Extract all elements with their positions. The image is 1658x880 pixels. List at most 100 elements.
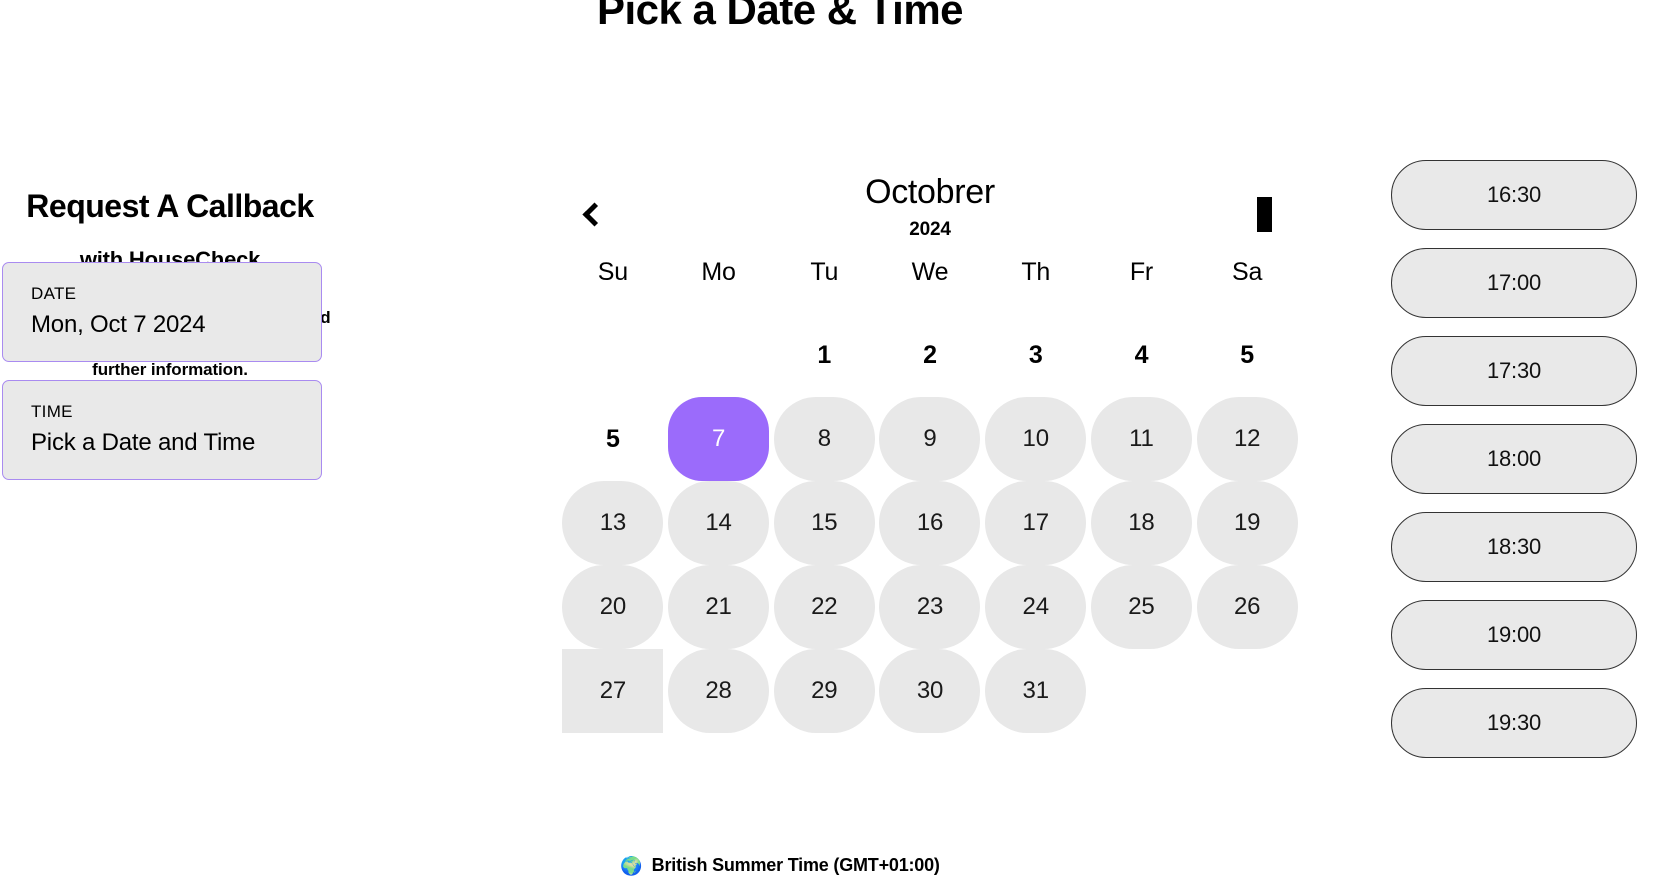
calendar-day-cell: 30 <box>877 649 983 733</box>
calendar-day-cell: 12 <box>1194 397 1300 481</box>
date-field-value: Mon, Oct 7 2024 <box>31 310 206 338</box>
calendar-day-cell: 19 <box>1194 481 1300 565</box>
time-slot-list: 16:30 17:00 17:30 18:00 18:30 19:00 19:30 <box>1391 160 1637 758</box>
calendar-day-button[interactable]: 9 <box>879 397 981 481</box>
calendar-day-button[interactable]: 13 <box>562 481 664 565</box>
calendar-day-button[interactable]: 14 <box>668 481 770 565</box>
calendar-day-disabled: 5 <box>562 397 663 481</box>
calendar-day-cell: 26 <box>1194 565 1300 649</box>
calendar-day-button[interactable]: 17 <box>985 481 1087 565</box>
calendar-day-cell: 4 <box>1089 313 1195 397</box>
calendar-day-button[interactable]: 20 <box>562 565 664 649</box>
calendar-day-disabled: 5 <box>1197 313 1298 397</box>
calendar-day-cell <box>1089 649 1195 733</box>
calendar-day-cell: 9 <box>877 397 983 481</box>
globe-icon: 🌍 <box>620 855 643 876</box>
time-slot-button[interactable]: 19:00 <box>1391 600 1637 670</box>
calendar-day-cell: 2 <box>877 313 983 397</box>
calendar-day-cell: 11 <box>1089 397 1195 481</box>
time-slot-button[interactable]: 19:30 <box>1391 688 1637 758</box>
calendar-day-cell: 21 <box>666 565 772 649</box>
day-of-week-header-row: Su Mo Tu We Th Fr Sa <box>560 258 1300 287</box>
time-field-value: Pick a Date and Time <box>31 428 256 456</box>
page-title: Pick a Date & Time <box>596 0 964 33</box>
calendar-day-cell: 18 <box>1089 481 1195 565</box>
time-slot-button[interactable]: 17:30 <box>1391 336 1637 406</box>
calendar-day-cell: 29 <box>771 649 877 733</box>
date-field[interactable]: DATE Mon, Oct 7 2024 <box>2 262 322 362</box>
calendar-day-cell: 5 <box>1194 313 1300 397</box>
calendar-day-cell: 23 <box>877 565 983 649</box>
calendar-header: Octobrer 2024 <box>560 160 1300 246</box>
calendar-day-cell: 5 <box>560 397 666 481</box>
calendar-day-button[interactable]: 15 <box>773 481 875 565</box>
calendar-day-button[interactable]: 16 <box>879 481 981 565</box>
calendar-day-cell: 14 <box>666 481 772 565</box>
day-of-week-header: Su <box>597 258 628 286</box>
calendar-days-grid: 1 2 3 4 5 5 7 8 9 10 11 12 13 14 15 16 17 18 19 20 21 22 23 24 2… <box>560 313 1300 733</box>
calendar-day-button[interactable]: 23 <box>879 565 981 649</box>
calendar-day-disabled: 4 <box>1091 313 1192 397</box>
calendar-day-button[interactable]: 19 <box>1196 481 1298 565</box>
calendar-day-cell: 31 <box>983 649 1089 733</box>
calendar-day-cell: 1 <box>771 313 877 397</box>
calendar-day-disabled: 1 <box>774 313 875 397</box>
calendar-day-button[interactable]: 21 <box>668 565 770 649</box>
calendar-day-button[interactable]: 29 <box>773 649 875 733</box>
calendar-day-cell <box>666 313 772 397</box>
calendar-day-cell: 24 <box>983 565 1089 649</box>
calendar-day-button[interactable]: 22 <box>773 565 875 649</box>
calendar-day-cell: 13 <box>560 481 666 565</box>
calendar-day-cell <box>1194 649 1300 733</box>
calendar-day-button[interactable]: 26 <box>1196 565 1298 649</box>
calendar-day-cell: 10 <box>983 397 1089 481</box>
calendar-day-cell: 22 <box>771 565 877 649</box>
calendar-day-cell: 8 <box>771 397 877 481</box>
calendar-day-button[interactable]: 18 <box>1090 481 1192 565</box>
date-time-picker-page: Pick a Date & Time Request A Callback wi… <box>0 0 1658 880</box>
calendar-day-button[interactable]: 8 <box>773 397 875 481</box>
day-of-week-header: Th <box>1021 258 1051 286</box>
calendar-day-button[interactable]: 27 <box>562 649 664 733</box>
calendar-day-selected[interactable]: 7 <box>668 397 770 481</box>
calendar-day-cell: 7 <box>666 397 772 481</box>
calendar-day-cell: 3 <box>983 313 1089 397</box>
calendar-day-cell: 20 <box>560 565 666 649</box>
calendar-day-cell: 28 <box>666 649 772 733</box>
time-slot-button[interactable]: 18:30 <box>1391 512 1637 582</box>
calendar-day-button[interactable]: 28 <box>668 649 770 733</box>
calendar-month-label: Octobrer <box>865 173 995 211</box>
prev-month-button[interactable] <box>570 192 614 236</box>
calendar-day-button[interactable]: 10 <box>985 397 1087 481</box>
calendar-day-disabled: 2 <box>879 313 980 397</box>
time-field[interactable]: TIME Pick a Date and Time <box>2 380 322 480</box>
time-slot-button[interactable]: 17:00 <box>1391 248 1637 318</box>
calendar-day-cell <box>560 313 666 397</box>
calendar-day-button[interactable]: 31 <box>985 649 1087 733</box>
calendar-day-button[interactable]: 12 <box>1196 397 1298 481</box>
timezone-footer: 🌍 British Summer Time (GMT+01:00) <box>0 855 1560 876</box>
calendar-day-cell: 17 <box>983 481 1089 565</box>
day-of-week-header: We <box>911 258 949 286</box>
time-slot-button[interactable]: 16:30 <box>1391 160 1637 230</box>
calendar-day-button[interactable]: 25 <box>1090 565 1192 649</box>
calendar-day-disabled: 3 <box>985 313 1086 397</box>
calendar-year-label: 2024 <box>909 219 951 241</box>
time-slot-button[interactable]: 18:00 <box>1391 424 1637 494</box>
timezone-label: British Summer Time (GMT+01:00) <box>651 855 940 875</box>
calendar-day-cell: 25 <box>1089 565 1195 649</box>
brand-title: Request A Callback <box>26 188 314 224</box>
calendar-day-button[interactable]: 30 <box>879 649 981 733</box>
day-of-week-header: Mo <box>701 258 736 286</box>
calendar-day-button[interactable]: 24 <box>985 565 1087 649</box>
calendar-day-button[interactable]: 11 <box>1090 397 1192 481</box>
calendar-day-cell: 15 <box>771 481 877 565</box>
date-field-label: DATE <box>31 284 77 303</box>
calendar-day-cell: 27 <box>560 649 666 733</box>
next-month-button[interactable] <box>1242 192 1286 236</box>
day-of-week-header: Fr <box>1129 258 1154 286</box>
chevron-left-icon <box>582 201 607 227</box>
missing-glyph-box-icon <box>1256 196 1272 232</box>
day-of-week-header: Tu <box>810 258 839 286</box>
time-field-label: TIME <box>31 402 73 421</box>
